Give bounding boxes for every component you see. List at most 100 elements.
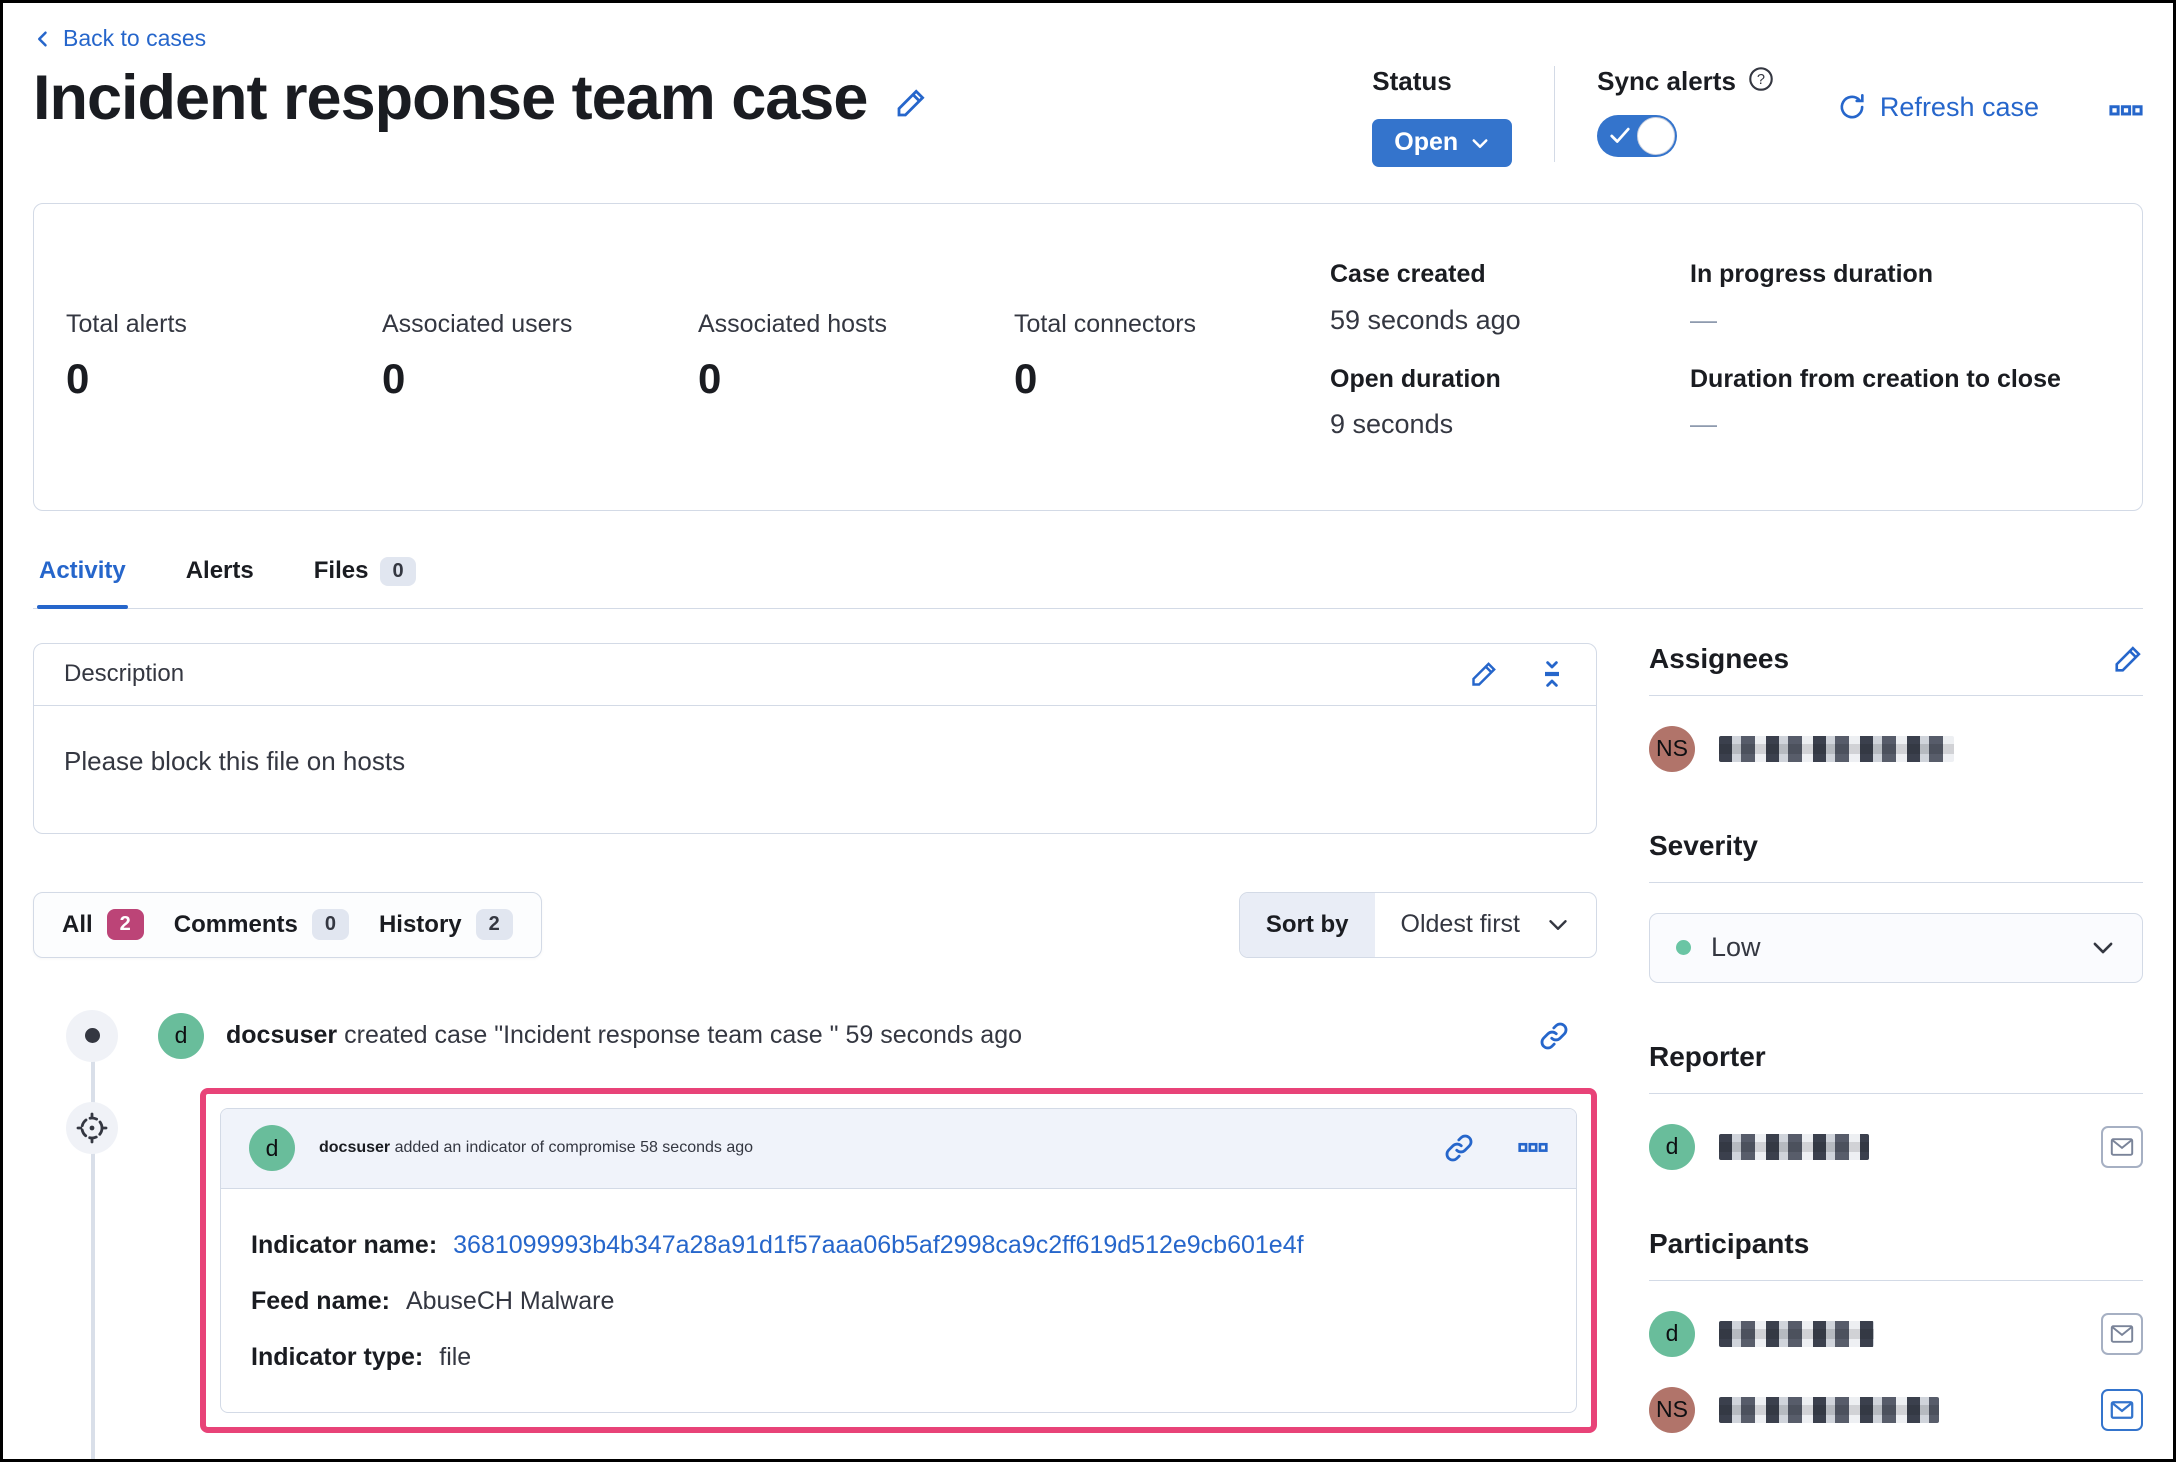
case-created-label: Case created [1330, 260, 1486, 289]
envelope-icon [2110, 1400, 2134, 1419]
feed-name-row: Feed name: AbuseCH Malware [251, 1286, 615, 1315]
chevron-down-icon [1549, 919, 1567, 930]
duration-to-close-label: Duration from creation to close [1690, 364, 2061, 393]
avatar: NS [1649, 725, 1695, 772]
status-label: Status [1372, 65, 1452, 96]
sort-select[interactable]: Sort by Oldest first [1238, 891, 1597, 958]
filter-all[interactable]: All 2 [62, 909, 144, 940]
participant-row: NS [1649, 1386, 2143, 1433]
edit-description-button[interactable] [1470, 660, 1498, 688]
email-participant-button[interactable] [2101, 1388, 2143, 1431]
case-sidebar: Assignees NS Severity Low Reporter d Par… [1649, 643, 2143, 1460]
redacted-user-name [1719, 1133, 1869, 1160]
comment-actions-button[interactable] [1518, 1133, 1548, 1163]
metric-associated-hosts: Associated hosts 0 [698, 310, 887, 402]
chevron-down-icon [2093, 942, 2113, 953]
metric-total-alerts: Total alerts 0 [66, 310, 187, 402]
email-participant-button[interactable] [2101, 1312, 2143, 1355]
toggle-thumb [1637, 116, 1676, 155]
divider [1649, 694, 2143, 696]
collapse-description-button[interactable] [1538, 660, 1566, 688]
avatar: d [1649, 1123, 1695, 1170]
sort-value: Oldest first [1400, 910, 1520, 938]
help-icon[interactable]: ? [1748, 66, 1774, 97]
assignees-section: Assignees NS [1649, 643, 2143, 772]
comment-header: d docsuser added an indicator of comprom… [221, 1108, 1576, 1189]
check-icon [1610, 127, 1630, 143]
chevron-left-icon [38, 31, 47, 46]
open-duration-label: Open duration [1330, 364, 1501, 393]
in-progress-duration-label: In progress duration [1690, 260, 1934, 289]
comment-event-text: docsuser added an indicator of compromis… [319, 1139, 754, 1156]
case-detail-page: Back to cases Incident response team cas… [0, 0, 2176, 1462]
divider [1649, 881, 2143, 883]
crosshair-icon [76, 1112, 108, 1143]
case-tabs: Activity Alerts Files 0 [33, 551, 2143, 609]
sync-alerts-toggle[interactable] [1597, 114, 1678, 157]
edit-title-button[interactable] [895, 87, 927, 124]
highlighted-comment: d docsuser added an indicator of comprom… [200, 1087, 1597, 1433]
boxes-horizontal-icon [1518, 1142, 1548, 1152]
participants-title: Participants [1649, 1227, 1810, 1259]
avatar: NS [1649, 1386, 1695, 1433]
tab-activity[interactable]: Activity [37, 551, 128, 609]
redacted-user-name [1719, 1396, 1939, 1423]
envelope-icon [2110, 1137, 2134, 1156]
pencil-icon [1472, 662, 1496, 686]
back-to-cases-link[interactable]: Back to cases [33, 25, 206, 52]
back-link-label: Back to cases [63, 25, 207, 51]
divider [1649, 1092, 2143, 1094]
severity-title: Severity [1649, 829, 1758, 861]
copy-link-button[interactable] [1444, 1133, 1474, 1163]
timeline-crosshair-marker [66, 1101, 118, 1154]
case-created-value: 59 seconds ago [1330, 304, 1521, 335]
reporter-title: Reporter [1649, 1040, 1766, 1072]
history-count-badge: 2 [475, 909, 513, 940]
filter-history[interactable]: History 2 [379, 909, 513, 940]
status-value: Open [1394, 128, 1459, 156]
divider [1649, 1279, 2143, 1281]
refresh-case-button[interactable]: Refresh case [1838, 92, 2039, 123]
files-count-badge: 0 [380, 556, 416, 586]
participant-row: d [1649, 1310, 2143, 1357]
refresh-icon [1840, 93, 1864, 119]
edit-assignees-button[interactable] [2113, 644, 2143, 674]
indicator-name-row: Indicator name: 3681099993b4b347a28a91d1… [251, 1230, 1304, 1260]
in-progress-duration-value: — [1690, 304, 1717, 335]
copy-link-button[interactable] [1539, 1021, 1569, 1051]
email-reporter-button[interactable] [2101, 1125, 2143, 1168]
link-icon [1445, 1134, 1473, 1162]
avatar: d [249, 1125, 295, 1171]
indicator-type-row: Indicator type: file [251, 1342, 472, 1371]
severity-select[interactable]: Low [1649, 912, 2143, 983]
severity-low-dot [1676, 940, 1691, 955]
metric-associated-users: Associated users 0 [382, 310, 573, 402]
tab-alerts[interactable]: Alerts [184, 551, 256, 608]
created-event-text: docsuser created case "Incident response… [226, 1021, 1023, 1049]
refresh-case-label: Refresh case [1879, 91, 2039, 122]
fold-icon [1545, 661, 1559, 687]
filter-comments[interactable]: Comments 0 [174, 909, 349, 940]
participants-section: Participants d NS [1649, 1228, 2143, 1433]
actions-menu-button[interactable] [2109, 94, 2143, 133]
severity-value: Low [1711, 932, 1761, 962]
timeline-dot-marker [66, 1009, 118, 1062]
indicator-name-link[interactable]: 3681099993b4b347a28a91d1f57aaa06b5af2998… [453, 1231, 1303, 1260]
reporter-section: Reporter d [1649, 1041, 2143, 1170]
activity-timeline: d docsuser created case "Incident respon… [33, 1009, 1597, 1459]
chevron-down-icon [1472, 138, 1488, 148]
comments-count-badge: 0 [311, 909, 349, 940]
tab-files[interactable]: Files 0 [312, 551, 418, 608]
description-title: Description [64, 660, 185, 687]
redacted-user-name [1719, 1320, 1874, 1347]
severity-section: Severity Low [1649, 830, 2143, 983]
timeline-created-event: d docsuser created case "Incident respon… [33, 1009, 1597, 1062]
redacted-user-name [1719, 735, 1954, 762]
assignee-row: NS [1649, 725, 2143, 772]
status-dropdown-button[interactable]: Open [1372, 118, 1513, 167]
avatar: d [158, 1012, 204, 1059]
svg-text:?: ? [1757, 71, 1765, 87]
avatar: d [1649, 1310, 1695, 1357]
header-divider [1554, 65, 1556, 162]
sort-by-label: Sort by [1239, 892, 1375, 957]
